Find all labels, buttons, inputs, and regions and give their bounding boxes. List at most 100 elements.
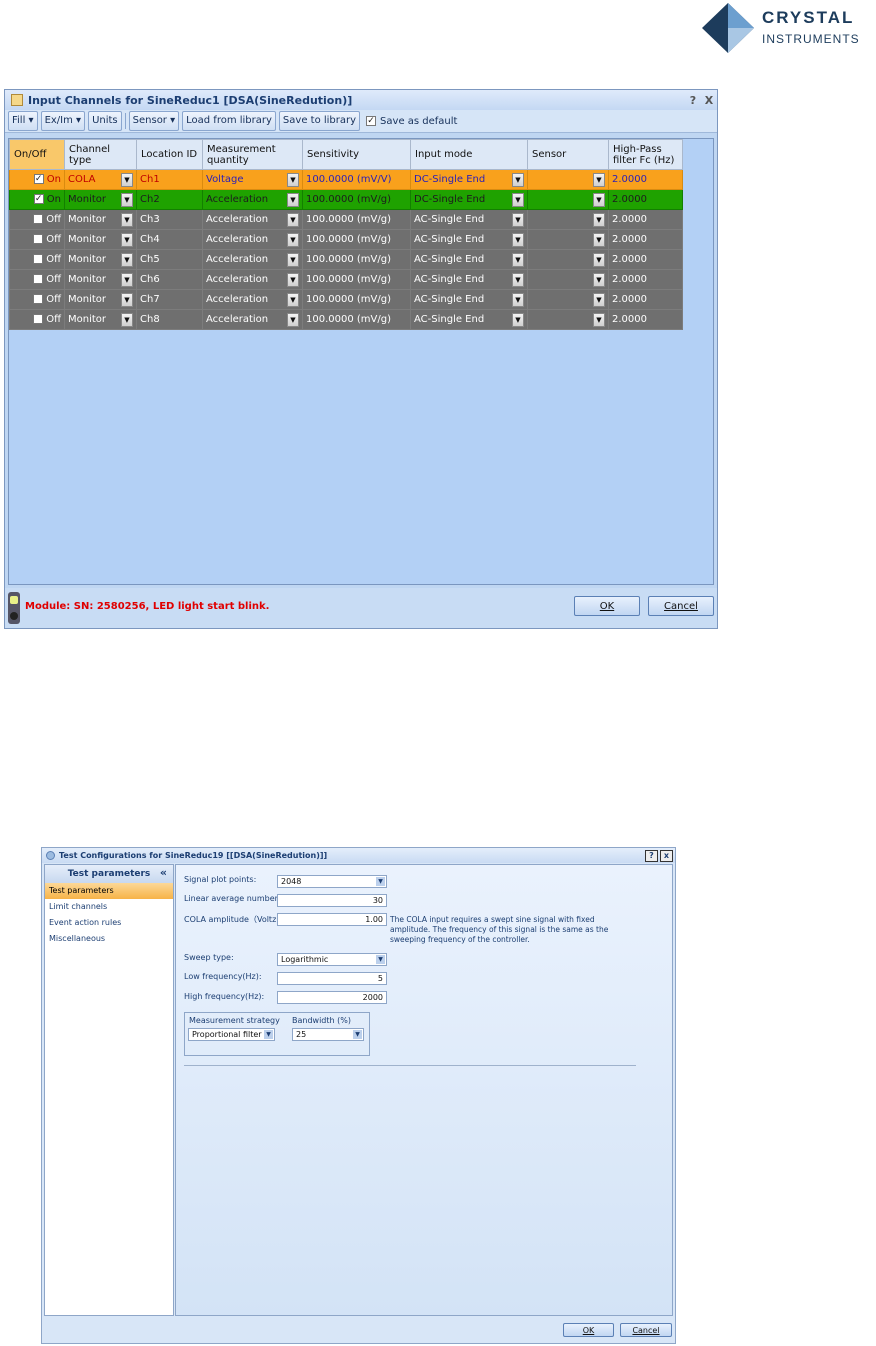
table-row[interactable]: Off Monitor ▼ Ch5 Acceleration ▼ 100.0000 (mV/… bbox=[9, 249, 683, 270]
dropdown-arrow-icon[interactable]: ▼ bbox=[593, 292, 605, 307]
col-header-onoff[interactable]: On/Off bbox=[9, 139, 65, 170]
sensitivity-cell[interactable]: 100.0000 (mV/g) bbox=[302, 309, 411, 330]
signal-plot-points-select[interactable]: 2048 ▼ bbox=[277, 875, 387, 888]
col-header-sensor[interactable]: Sensor bbox=[527, 139, 609, 170]
save-default-checkbox[interactable]: ✓ bbox=[366, 116, 377, 126]
dropdown-arrow-icon[interactable]: ▼ bbox=[121, 292, 133, 307]
table-row[interactable]: Off Monitor ▼ Ch4 Acceleration ▼ 100.0000 (mV/… bbox=[9, 229, 683, 250]
sensitivity-cell[interactable]: 100.0000 (mV/g) bbox=[302, 289, 411, 310]
load-library-button[interactable]: Load from library bbox=[182, 111, 276, 131]
measurement-strategy-select[interactable]: Proportional filter ▼ bbox=[188, 1028, 275, 1041]
sensitivity-cell[interactable]: 100.0000 (mV/g) bbox=[302, 229, 411, 250]
highpass-cell[interactable]: 2.0000 bbox=[608, 269, 683, 290]
channel-type-cell[interactable]: Monitor ▼ bbox=[64, 289, 137, 310]
dropdown-arrow-icon[interactable]: ▼ bbox=[121, 272, 133, 287]
dropdown-arrow-icon[interactable]: ▼ bbox=[121, 252, 133, 267]
low-frequency-input[interactable]: 5 bbox=[277, 972, 387, 985]
sensor-cell[interactable]: ▼ bbox=[527, 249, 609, 270]
measurement-quantity-cell[interactable]: Acceleration ▼ bbox=[202, 249, 303, 270]
location-id-cell[interactable]: Ch2 bbox=[136, 189, 203, 210]
onoff-checkbox[interactable] bbox=[33, 214, 44, 224]
sweep-type-select[interactable]: Logarithmic ▼ bbox=[277, 953, 387, 966]
onoff-checkbox[interactable] bbox=[33, 314, 44, 324]
measurement-quantity-cell[interactable]: Acceleration ▼ bbox=[202, 289, 303, 310]
dropdown-arrow-icon[interactable]: ▼ bbox=[512, 292, 524, 307]
cola-amplitude-input[interactable]: 1.00 bbox=[277, 913, 387, 926]
close-button[interactable]: x bbox=[660, 849, 673, 862]
dropdown-arrow-icon[interactable]: ▼ bbox=[512, 252, 524, 267]
dropdown-arrow-icon[interactable]: ▼ bbox=[287, 292, 299, 307]
save-default-option[interactable]: ✓ Save as default bbox=[366, 116, 457, 127]
dropdown-arrow-icon[interactable]: ▼ bbox=[512, 272, 524, 287]
high-frequency-input[interactable]: 2000 bbox=[277, 991, 387, 1004]
sensor-cell[interactable]: ▼ bbox=[527, 269, 609, 290]
dropdown-arrow-icon[interactable]: ▼ bbox=[512, 192, 524, 207]
dropdown-arrow-icon[interactable]: ▼ bbox=[593, 272, 605, 287]
location-id-cell[interactable]: Ch7 bbox=[136, 289, 203, 310]
measurement-quantity-cell[interactable]: Acceleration ▼ bbox=[202, 229, 303, 250]
sensor-cell[interactable]: ▼ bbox=[527, 209, 609, 230]
dialog-titlebar[interactable]: Test Configurations for SineReduc19 [[DS… bbox=[42, 848, 675, 863]
table-row[interactable]: ✓ On COLA ▼ Ch1 Voltage ▼ 100.0000 (mV/V) DC-Si… bbox=[9, 169, 683, 190]
highpass-cell[interactable]: 2.0000 bbox=[608, 309, 683, 330]
channel-type-cell[interactable]: Monitor ▼ bbox=[64, 189, 137, 210]
input-mode-cell[interactable]: AC-Single End ▼ bbox=[410, 249, 528, 270]
table-row[interactable]: Off Monitor ▼ Ch7 Acceleration ▼ 100.0000 (mV/… bbox=[9, 289, 683, 310]
dropdown-arrow-icon[interactable]: ▼ bbox=[593, 252, 605, 267]
dropdown-arrow-icon[interactable]: ▼ bbox=[121, 172, 133, 187]
location-id-cell[interactable]: Ch5 bbox=[136, 249, 203, 270]
dropdown-arrow-icon[interactable]: ▼ bbox=[512, 232, 524, 247]
dropdown-arrow-icon[interactable]: ▼ bbox=[287, 272, 299, 287]
dropdown-arrow-icon[interactable]: ▼ bbox=[121, 232, 133, 247]
col-header-input-mode[interactable]: Input mode bbox=[410, 139, 528, 170]
location-id-cell[interactable]: Ch1 bbox=[136, 169, 203, 190]
location-id-cell[interactable]: Ch3 bbox=[136, 209, 203, 230]
sensor-cell[interactable]: ▼ bbox=[527, 309, 609, 330]
dropdown-arrow-icon[interactable]: ▼ bbox=[512, 312, 524, 327]
sensitivity-cell[interactable]: 100.0000 (mV/g) bbox=[302, 189, 411, 210]
sensor-cell[interactable]: ▼ bbox=[527, 169, 609, 190]
dropdown-arrow-icon[interactable]: ▼ bbox=[287, 212, 299, 227]
measurement-quantity-cell[interactable]: Acceleration ▼ bbox=[202, 189, 303, 210]
onoff-cell[interactable]: ✓ On bbox=[9, 189, 65, 210]
dropdown-arrow-icon[interactable]: ▼ bbox=[287, 192, 299, 207]
highpass-cell[interactable]: 2.0000 bbox=[608, 189, 683, 210]
sensor-cell[interactable]: ▼ bbox=[527, 289, 609, 310]
channel-type-cell[interactable]: Monitor ▼ bbox=[64, 229, 137, 250]
ok-button[interactable]: OK bbox=[563, 1323, 614, 1337]
table-row[interactable]: Off Monitor ▼ Ch8 Acceleration ▼ 100.0000 (mV/… bbox=[9, 309, 683, 330]
onoff-checkbox[interactable] bbox=[33, 254, 44, 264]
dropdown-arrow-icon[interactable]: ▼ bbox=[593, 232, 605, 247]
col-header-location-id[interactable]: Location ID bbox=[136, 139, 203, 170]
table-row[interactable]: Off Monitor ▼ Ch6 Acceleration ▼ 100.0000 (mV/… bbox=[9, 269, 683, 290]
measurement-quantity-cell[interactable]: Acceleration ▼ bbox=[202, 209, 303, 230]
help-button[interactable]: ? bbox=[685, 94, 701, 107]
input-mode-cell[interactable]: AC-Single End ▼ bbox=[410, 209, 528, 230]
table-row[interactable]: ✓ On Monitor ▼ Ch2 Acceleration ▼ 100.0000 (mV… bbox=[9, 189, 683, 210]
collapse-icon[interactable]: « bbox=[160, 866, 167, 879]
fill-button[interactable]: Fill ▾ bbox=[8, 111, 38, 131]
sensor-cell[interactable]: ▼ bbox=[527, 189, 609, 210]
onoff-checkbox[interactable] bbox=[33, 234, 44, 244]
sensor-button[interactable]: Sensor ▾ bbox=[128, 111, 180, 131]
save-library-button[interactable]: Save to library bbox=[278, 111, 361, 131]
input-mode-cell[interactable]: DC-Single End ▼ bbox=[410, 169, 528, 190]
close-button[interactable]: X bbox=[701, 94, 717, 107]
dropdown-arrow-icon[interactable]: ▼ bbox=[287, 172, 299, 187]
help-button[interactable]: ? bbox=[645, 849, 658, 862]
channel-type-cell[interactable]: Monitor ▼ bbox=[64, 309, 137, 330]
linear-average-input[interactable]: 30 bbox=[277, 894, 387, 907]
measurement-quantity-cell[interactable]: Acceleration ▼ bbox=[202, 269, 303, 290]
dropdown-arrow-icon[interactable]: ▼ bbox=[121, 212, 133, 227]
dropdown-arrow-icon[interactable]: ▼ bbox=[121, 312, 133, 327]
highpass-cell[interactable]: 2.0000 bbox=[608, 169, 683, 190]
dropdown-arrow-icon[interactable]: ▼ bbox=[593, 192, 605, 207]
bandwidth-select[interactable]: 25 ▼ bbox=[292, 1028, 364, 1041]
measurement-quantity-cell[interactable]: Acceleration ▼ bbox=[202, 309, 303, 330]
channel-type-cell[interactable]: COLA ▼ bbox=[64, 169, 137, 190]
highpass-cell[interactable]: 2.0000 bbox=[608, 289, 683, 310]
sidebar-item-test-parameters[interactable]: Test parameters bbox=[45, 883, 173, 899]
dropdown-arrow-icon[interactable]: ▼ bbox=[593, 212, 605, 227]
units-button[interactable]: Units bbox=[88, 111, 122, 131]
sensor-cell[interactable]: ▼ bbox=[527, 229, 609, 250]
